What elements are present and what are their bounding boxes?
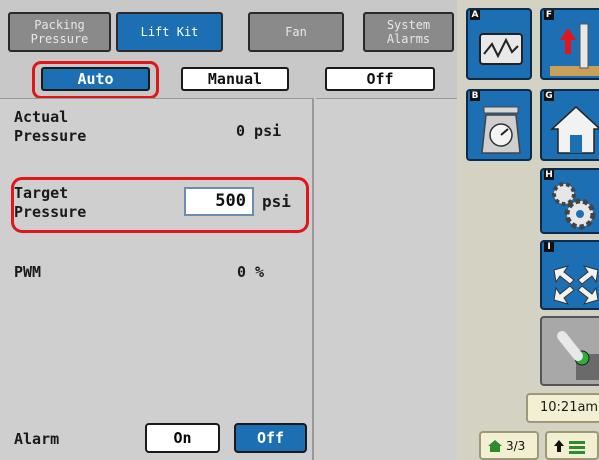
screen: Packing Pressure Lift Kit Fan System Ala… <box>0 0 599 460</box>
actual-pressure-label: Actual Pressure <box>14 108 87 145</box>
shortcut-i-button[interactable]: I <box>540 240 599 310</box>
manual-button[interactable]: Manual <box>181 67 289 91</box>
arrows-icon <box>553 265 599 305</box>
pwm-label: PWM <box>14 263 42 281</box>
actual-pressure-value: 0 psi <box>236 122 282 140</box>
tab-label: Packing Pressure <box>30 18 89 46</box>
tab-system-alarms[interactable]: System Alarms <box>363 12 454 52</box>
off-button[interactable]: Off <box>325 67 435 91</box>
joystick-icon <box>557 331 599 380</box>
lift-icon <box>550 23 599 76</box>
auto-highlight <box>32 61 159 99</box>
readings-panel <box>0 98 314 460</box>
tab-label: Fan <box>285 25 307 39</box>
page-indicator: 3/3 <box>506 438 526 453</box>
home-page-button[interactable]: 3/3 <box>479 431 539 460</box>
shortcut-h-button[interactable]: H <box>540 168 599 234</box>
pwm-value: 0 % <box>237 263 265 281</box>
up-menu-icon <box>554 439 585 454</box>
gears-icon <box>552 182 596 230</box>
alarm-off-button[interactable]: Off <box>234 423 307 453</box>
shortcut-a-button[interactable]: A <box>466 8 532 80</box>
menu-page-button[interactable] <box>545 431 599 460</box>
joystick-button[interactable] <box>540 316 599 386</box>
target-highlight <box>11 177 309 233</box>
shortcut-b-button[interactable]: B <box>466 89 532 161</box>
tab-packing-pressure[interactable]: Packing Pressure <box>8 12 111 52</box>
alarm-label: Alarm <box>14 430 60 448</box>
tab-bar: Packing Pressure Lift Kit Fan System Ala… <box>0 0 457 60</box>
empty-panel <box>316 98 457 460</box>
chart-icon <box>479 33 523 65</box>
alarm-on-button[interactable]: On <box>145 423 220 453</box>
tab-label: System Alarms <box>386 18 431 46</box>
tab-fan[interactable]: Fan <box>248 12 344 52</box>
scale-icon <box>481 106 521 154</box>
shortcut-f-button[interactable]: F <box>540 8 599 80</box>
tab-label: Lift Kit <box>140 25 199 39</box>
shortcut-g-button[interactable]: G <box>540 89 599 161</box>
tab-lift-kit[interactable]: Lift Kit <box>116 12 223 52</box>
home-icon <box>550 105 599 154</box>
home-icon <box>488 439 502 452</box>
clock-display: 10:21am <box>526 393 599 423</box>
